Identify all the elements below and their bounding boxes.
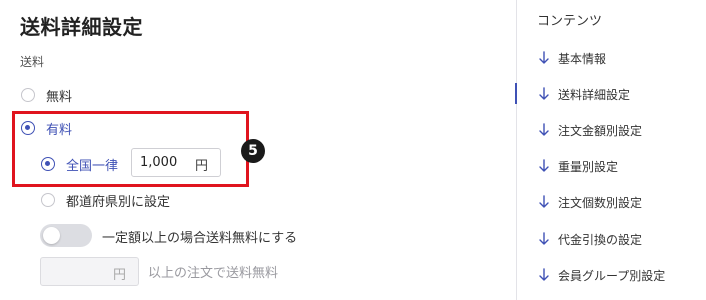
toc-item[interactable]: 代金引換の設定 bbox=[538, 229, 642, 249]
toggle-knob bbox=[43, 227, 60, 244]
arrow-down-icon bbox=[539, 123, 549, 136]
toc-item[interactable]: 送料詳細設定 bbox=[538, 84, 630, 104]
free-shipping-toggle-label: 一定額以上の場合送料無料にする bbox=[102, 231, 298, 246]
toc-item-label: 会員グループ別設定 bbox=[558, 268, 666, 283]
toc-item[interactable]: 会員グループ別設定 bbox=[538, 265, 665, 285]
radio-by-prefecture[interactable] bbox=[41, 193, 55, 207]
toc-item-label: 注文金額別設定 bbox=[558, 123, 643, 138]
toc-divider bbox=[516, 0, 517, 300]
toc-item[interactable]: 基本情報 bbox=[538, 48, 606, 68]
threshold-label: 以上の注文で送料無料 bbox=[148, 266, 279, 281]
threshold-unit: 円 bbox=[112, 268, 126, 283]
main-panel: 送料詳細設定 送料 無料 有料 全国一律 1,000 円 5 都道府県別に設定 … bbox=[0, 0, 516, 300]
step-badge: 5 bbox=[241, 139, 265, 163]
arrow-down-icon bbox=[539, 51, 549, 64]
toc-item-label: 重量別設定 bbox=[558, 159, 619, 174]
radio-free-label[interactable]: 無料 bbox=[46, 86, 72, 105]
arrow-down-icon bbox=[539, 87, 549, 100]
toc-item-label: 基本情報 bbox=[558, 51, 607, 66]
toc-title: コンテンツ bbox=[537, 14, 603, 29]
highlight-box bbox=[12, 111, 249, 187]
toc-item[interactable]: 注文個数別設定 bbox=[538, 192, 642, 212]
free-shipping-toggle[interactable] bbox=[40, 224, 92, 247]
page-title: 送料詳細設定 bbox=[20, 15, 143, 39]
radio-free[interactable] bbox=[21, 88, 35, 102]
radio-by-prefecture-label[interactable]: 都道府県別に設定 bbox=[66, 191, 170, 210]
toc-item[interactable]: 注文金額別設定 bbox=[538, 120, 642, 140]
toc-item-label: 注文個数別設定 bbox=[558, 195, 643, 210]
toc-item-label: 代金引換の設定 bbox=[558, 232, 643, 247]
arrow-down-icon bbox=[539, 232, 549, 245]
arrow-down-icon bbox=[539, 268, 549, 281]
arrow-down-icon bbox=[539, 195, 549, 208]
shipping-section-label: 送料 bbox=[20, 55, 45, 69]
toc-active-indicator bbox=[515, 83, 517, 104]
threshold-input[interactable]: 円 bbox=[40, 257, 139, 286]
arrow-down-icon bbox=[539, 159, 549, 172]
toc-item[interactable]: 重量別設定 bbox=[538, 156, 618, 176]
toc-item-label: 送料詳細設定 bbox=[558, 87, 631, 102]
